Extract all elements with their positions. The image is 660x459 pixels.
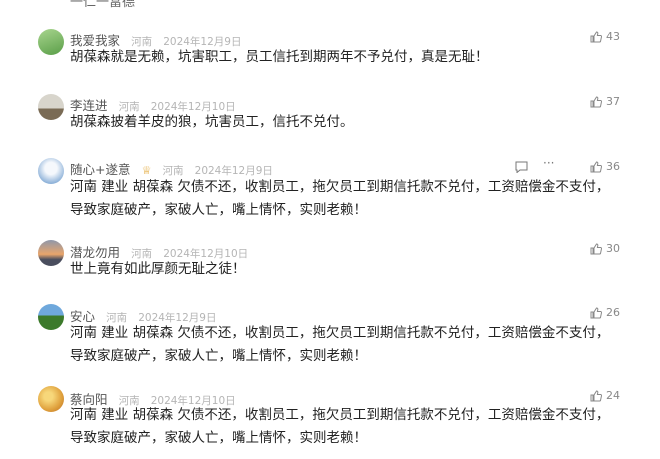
comment-text: 河南 建业 胡葆森 欠债不还，收割员工，拖欠员工到期信托款不兑付，工资赔偿金不支… bbox=[70, 179, 610, 218]
comment-author[interactable]: 随心+遂意 bbox=[70, 162, 130, 177]
comment-text: 河南 建业 胡葆森 欠债不还，收割员工，拖欠员工到期信托款不兑付，工资赔偿金不支… bbox=[70, 325, 610, 364]
like-button[interactable]: 30 bbox=[590, 242, 620, 255]
like-count: 26 bbox=[606, 306, 620, 319]
avatar[interactable] bbox=[38, 158, 64, 184]
reply-icon[interactable] bbox=[515, 161, 528, 173]
thumbs-up-icon bbox=[590, 242, 602, 254]
avatar[interactable] bbox=[38, 386, 64, 412]
comment-text: 胡葆森就是无赖，坑害职工，员工信托到期两年不予兑付，真是无耻！ bbox=[70, 49, 489, 65]
thumbs-up-icon bbox=[590, 95, 602, 107]
more-icon[interactable]: ··· bbox=[543, 156, 554, 170]
like-count: 43 bbox=[606, 30, 620, 43]
like-button[interactable]: 43 bbox=[590, 30, 620, 43]
like-count: 36 bbox=[606, 160, 620, 173]
like-button[interactable]: 37 bbox=[590, 95, 620, 108]
avatar[interactable] bbox=[38, 240, 64, 266]
avatar[interactable] bbox=[38, 29, 64, 55]
thumbs-up-icon bbox=[590, 306, 602, 318]
comment-text: 河南 建业 胡葆森 欠债不还，收割员工，拖欠员工到期信托款不兑付，工资赔偿金不支… bbox=[70, 407, 610, 446]
thumbs-up-icon bbox=[590, 160, 602, 172]
comment-text: 世上竟有如此厚颜无耻之徒！ bbox=[70, 261, 246, 277]
thumbs-up-icon bbox=[590, 30, 602, 42]
avatar[interactable] bbox=[38, 94, 64, 120]
like-button[interactable]: 36 bbox=[590, 160, 620, 173]
avatar[interactable] bbox=[38, 304, 64, 330]
like-button[interactable]: 26 bbox=[590, 306, 620, 319]
like-button[interactable]: 24 bbox=[590, 389, 620, 402]
like-count: 37 bbox=[606, 95, 620, 108]
previous-comment-fragment: 一仁一富德 bbox=[70, 0, 136, 10]
like-count: 30 bbox=[606, 242, 620, 255]
like-count: 24 bbox=[606, 389, 620, 402]
thumbs-up-icon bbox=[590, 389, 602, 401]
comment-text: 胡葆森披着羊皮的狼，坑害员工，信托不兑付。 bbox=[70, 114, 354, 130]
